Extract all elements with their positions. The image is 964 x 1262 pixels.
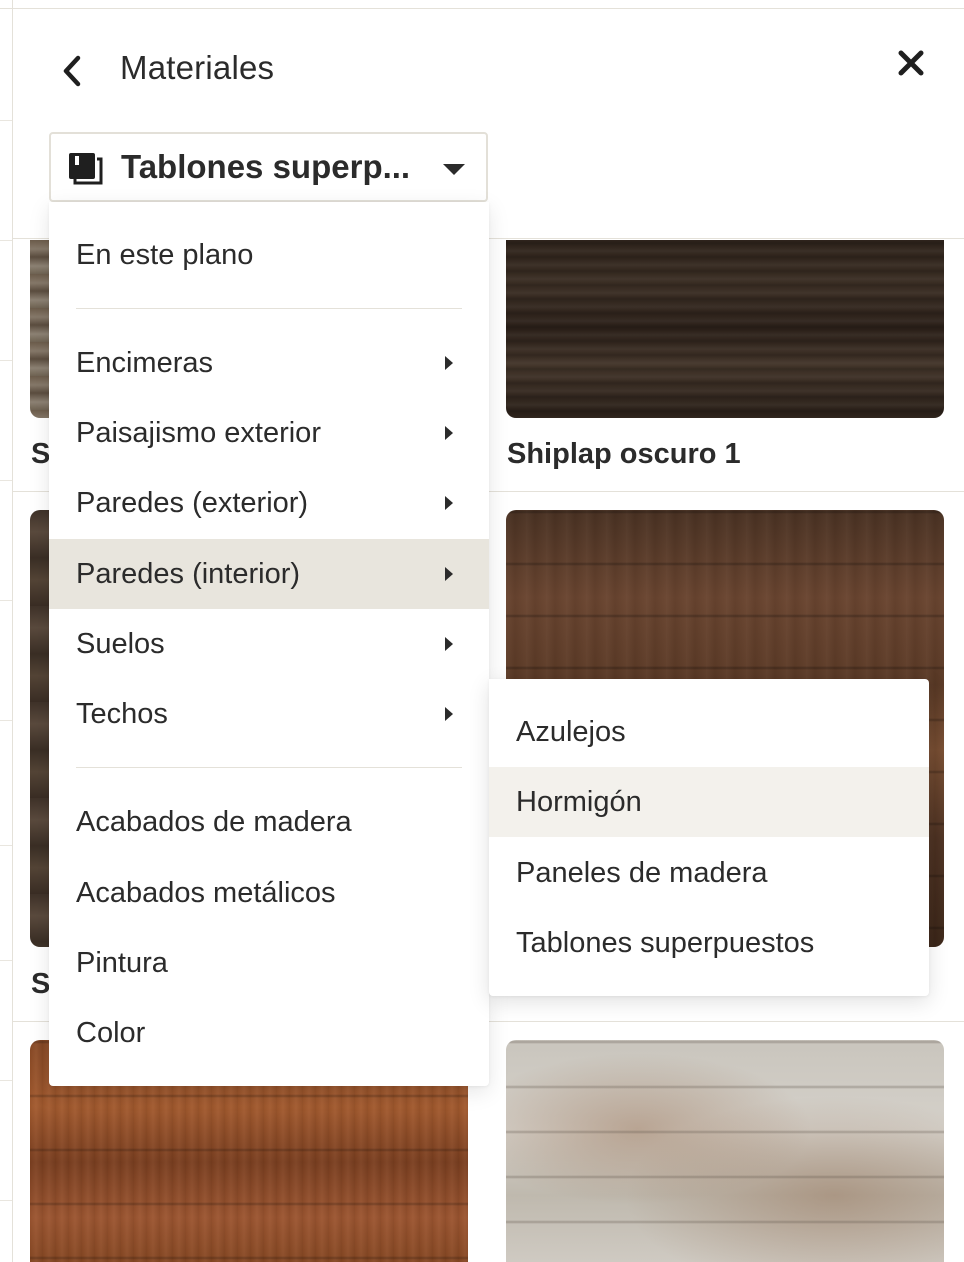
material-swatch[interactable] [506, 1040, 944, 1262]
menu-item-label: Techos [76, 697, 168, 730]
menu-divider [76, 767, 462, 768]
menu-item-paisajismo-exterior[interactable]: Paisajismo exterior [49, 398, 489, 468]
close-button[interactable] [893, 45, 929, 81]
ruler-tick [0, 360, 12, 361]
chevron-right-icon [445, 426, 453, 440]
material-card-label: S [31, 438, 51, 470]
menu-item-techos[interactable]: Techos [49, 679, 489, 749]
menu-item-encimeras[interactable]: Encimeras [49, 328, 489, 398]
ruler-tick [0, 240, 12, 241]
menu-item-label: Paisajismo exterior [76, 416, 321, 449]
menu-item-label: Paredes (interior) [76, 557, 301, 590]
menu-item-paredes-interior[interactable]: Paredes (interior) [49, 539, 489, 609]
menu-item-label: Acabados metálicos [76, 876, 336, 909]
menu-item-label: Color [76, 1016, 146, 1049]
panel-left-border [12, 0, 13, 1262]
submenu-item-paneles-de-madera[interactable]: Paneles de madera [489, 838, 929, 908]
menu-item-color[interactable]: Color [49, 998, 489, 1068]
ruler-tick [0, 960, 12, 961]
menu-item-pintura[interactable]: Pintura [49, 928, 489, 998]
panel-header: Materiales [13, 9, 964, 129]
menu-item-label: Suelos [76, 627, 165, 660]
submenu-item-label: Paneles de madera [516, 856, 768, 889]
chevron-right-icon [445, 567, 453, 581]
book-icon [67, 151, 103, 190]
panel-title: Materiales [120, 49, 275, 86]
material-card-label: Shiplap oscuro 1 [507, 438, 741, 470]
menu-divider [76, 308, 462, 309]
category-select[interactable]: Tablones superp... [49, 132, 488, 202]
category-select-value: Tablones superp... [121, 148, 411, 185]
category-dropdown-menu: En este plano Encimeras Paisajismo exter… [49, 202, 489, 1086]
ruler-tick [0, 1200, 12, 1201]
menu-item-en-este-plano[interactable]: En este plano [49, 220, 489, 290]
menu-item-suelos[interactable]: Suelos [49, 609, 489, 679]
chevron-down-icon [443, 164, 465, 175]
menu-item-label: Encimeras [76, 346, 213, 379]
menu-item-label: En este plano [76, 238, 254, 271]
submenu-item-tablones-superpuestos[interactable]: Tablones superpuestos [489, 908, 929, 978]
chevron-right-icon [445, 707, 453, 721]
submenu-item-hormigon[interactable]: Hormigón [489, 767, 929, 837]
submenu-item-label: Tablones superpuestos [516, 926, 815, 959]
ruler-tick [0, 1080, 12, 1081]
material-swatch[interactable] [506, 240, 944, 418]
chevron-left-icon [63, 55, 81, 87]
paredes-interior-submenu: Azulejos Hormigón Paneles de madera Tabl… [489, 679, 929, 996]
menu-item-label: Pintura [76, 946, 168, 979]
ruler-tick [0, 600, 12, 601]
ruler-tick [0, 120, 12, 121]
menu-item-paredes-exterior[interactable]: Paredes (exterior) [49, 468, 489, 538]
submenu-item-label: Azulejos [516, 715, 626, 748]
ruler-tick [0, 480, 12, 481]
submenu-item-azulejos[interactable]: Azulejos [489, 697, 929, 767]
chevron-right-icon [445, 356, 453, 370]
menu-item-acabados-de-madera[interactable]: Acabados de madera [49, 787, 489, 857]
material-card-label: S [31, 968, 51, 1000]
ruler-tick [0, 720, 12, 721]
submenu-item-label: Hormigón [516, 785, 642, 818]
menu-item-acabados-metalicos[interactable]: Acabados metálicos [49, 858, 489, 928]
chevron-right-icon [445, 496, 453, 510]
close-icon [898, 50, 924, 76]
ruler-tick [0, 845, 12, 846]
menu-item-label: Paredes (exterior) [76, 486, 309, 519]
menu-item-label: Acabados de madera [76, 805, 352, 838]
chevron-right-icon [445, 637, 453, 651]
back-button[interactable] [57, 53, 87, 89]
